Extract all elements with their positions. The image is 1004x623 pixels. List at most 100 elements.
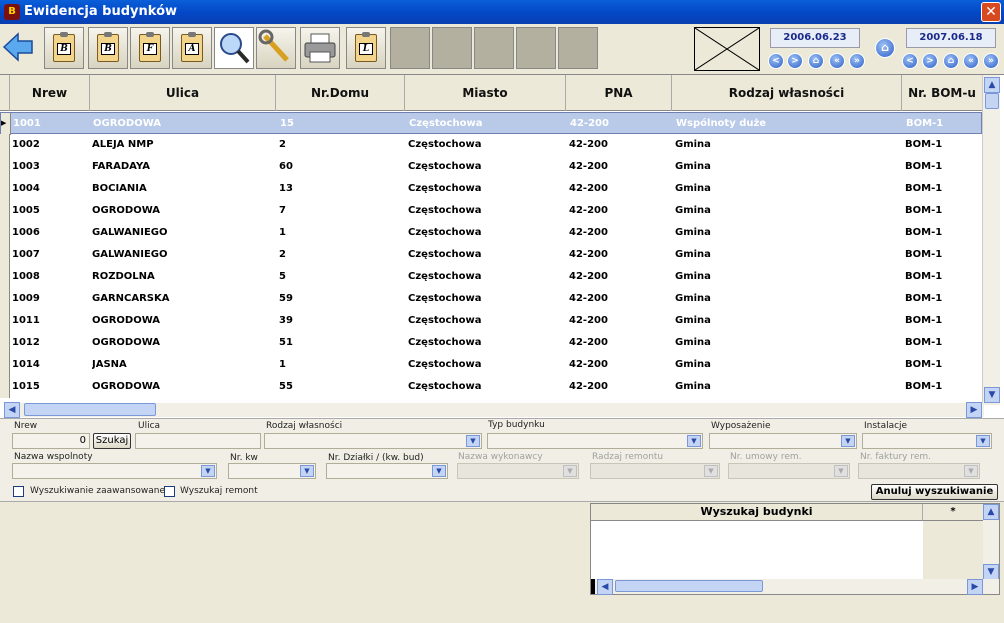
date-from-next-icon[interactable]: > [787, 53, 803, 69]
tools-button[interactable] [256, 27, 296, 69]
table-row[interactable]: 1004 BOCIANIA 13 Częstochowa 42-200 Gmina BOM-… [0, 178, 982, 200]
horizontal-scrollbar[interactable]: ◀ ▶ [4, 402, 984, 418]
cell-rodzaj: Gmina [675, 315, 711, 326]
search-icon [220, 33, 250, 64]
rodzaj-select[interactable]: ▼ [264, 433, 482, 449]
scroll-down-icon[interactable]: ▼ [984, 387, 1000, 403]
row-indicator[interactable] [0, 178, 10, 200]
date-from-prev-icon[interactable]: < [768, 53, 784, 69]
advanced-search-checkbox[interactable] [13, 486, 24, 497]
column-header-miasto[interactable]: Miasto [405, 75, 566, 111]
search-submit-button[interactable]: Szukaj [93, 433, 131, 449]
table-row[interactable]: 1015 OGRODOWA 55 Częstochowa 42-200 Gmina BOM-… [0, 376, 982, 398]
row-indicator[interactable] [0, 244, 10, 266]
date-to-last-icon[interactable]: » [983, 53, 999, 69]
row-indicator[interactable] [0, 200, 10, 222]
column-header-nrew[interactable]: Nrew [10, 75, 90, 111]
table-row[interactable]: 1012 OGRODOWA 51 Częstochowa 42-200 Gmina BOM-… [0, 332, 982, 354]
search-button[interactable] [214, 27, 254, 69]
table-row[interactable]: 1005 OGRODOWA 7 Częstochowa 42-200 Gmina BOM-1 [0, 200, 982, 222]
report-b-button[interactable]: B [44, 27, 84, 69]
date-to-next-icon[interactable]: > [922, 53, 938, 69]
cell-nr-domu: 55 [279, 381, 293, 392]
typ-select[interactable]: ▼ [487, 433, 703, 449]
date-from-first-icon[interactable]: « [829, 53, 845, 69]
chevron-down-icon: ▼ [432, 465, 446, 477]
ulica-input[interactable] [135, 433, 261, 449]
cancel-search-button[interactable]: Anuluj wyszukiwanie [871, 484, 998, 500]
date-from-last-icon[interactable]: » [849, 53, 865, 69]
column-header-nr-bom[interactable]: Nr. BOM-u [902, 75, 982, 111]
vertical-scrollbar[interactable]: ▲ ▼ [982, 75, 1000, 405]
table-row[interactable]: 1002 ALEJA NMP 2 Częstochowa 42-200 Gmina BOM-… [0, 134, 982, 156]
report-l-button[interactable]: L [346, 27, 386, 69]
report-f-button[interactable]: F [130, 27, 170, 69]
cell-nrew: 1001 [13, 118, 41, 129]
row-indicator[interactable] [0, 354, 10, 376]
table-row[interactable]: 1014 JASNA 1 Częstochowa 42-200 Gmina BOM-1 [0, 354, 982, 376]
table-row[interactable]: 1007 GALWANIEGO 2 Częstochowa 42-200 Gmina BOM… [0, 244, 982, 266]
scroll-up-icon[interactable]: ▲ [983, 504, 999, 520]
cell-miasto: Częstochowa [408, 227, 482, 238]
printer-icon [304, 33, 336, 63]
nrew-input[interactable]: 0 [12, 433, 90, 449]
scroll-right-icon[interactable]: ▶ [967, 579, 983, 595]
dzialki-label: Nr. Działki / (kw. bud) [328, 453, 424, 463]
nrkw-select[interactable]: ▼ [228, 463, 316, 479]
row-indicator[interactable] [0, 134, 10, 156]
table-row[interactable]: 1009 GARNCARSKA 59 Częstochowa 42-200 Gmina BO… [0, 288, 982, 310]
row-indicator[interactable] [0, 288, 10, 310]
date-to-prev-icon[interactable]: < [902, 53, 918, 69]
row-indicator[interactable] [0, 156, 10, 178]
scroll-left-icon[interactable]: ◀ [597, 579, 613, 595]
cell-nr-domu: 15 [280, 118, 294, 129]
table-row[interactable]: 1008 ROZDOLNA 5 Częstochowa 42-200 Gmina BOM-1 [0, 266, 982, 288]
home-icon[interactable]: ⌂ [875, 38, 895, 58]
table-row[interactable]: ▶ 1001 OGRODOWA 15 Częstochowa 42-200 Wspólnot… [0, 112, 982, 135]
row-indicator[interactable] [0, 376, 10, 398]
date-to-today-icon[interactable]: ⌂ [943, 53, 959, 69]
print-button[interactable] [300, 27, 340, 69]
column-header-rodzaj[interactable]: Rodzaj własności [672, 75, 902, 111]
scroll-right-icon[interactable]: ▶ [966, 402, 982, 418]
cell-ulica: ALEJA NMP [92, 139, 154, 150]
report-paste-b-button[interactable]: B [88, 27, 128, 69]
close-button[interactable]: ✕ [981, 2, 1001, 22]
cell-rodzaj: Gmina [675, 359, 711, 370]
results-horizontal-scrollbar[interactable]: ◀ ▶ [591, 579, 999, 595]
row-indicator[interactable] [0, 266, 10, 288]
back-button[interactable] [2, 31, 34, 63]
instalacje-select[interactable]: ▼ [862, 433, 992, 449]
wspolnoty-select[interactable]: ▼ [12, 463, 217, 479]
date-to-first-icon[interactable]: « [963, 53, 979, 69]
cell-nrew: 1002 [12, 139, 40, 150]
date-to[interactable]: 2007.06.18 [906, 28, 996, 48]
results-header: Wyszukaj budynki [591, 504, 923, 521]
results-vertical-scrollbar[interactable]: ▲ ▼ [983, 504, 999, 580]
cell-nr-bom: BOM-1 [905, 205, 943, 216]
date-from[interactable]: 2006.06.23 [770, 28, 860, 48]
results-scroll-thumb[interactable] [615, 580, 763, 592]
wyposazenie-label: Wyposażenie [711, 421, 771, 431]
row-indicator[interactable] [0, 222, 10, 244]
wykonawcy-label: Nazwa wykonawcy [458, 452, 543, 462]
report-a-button[interactable]: A [172, 27, 212, 69]
wyposazenie-select[interactable]: ▼ [709, 433, 857, 449]
column-header-ulica[interactable]: Ulica [90, 75, 276, 111]
table-row[interactable]: 1011 OGRODOWA 39 Częstochowa 42-200 Gmina BOM-… [0, 310, 982, 332]
table-row[interactable]: 1003 FARADAYA 60 Częstochowa 42-200 Gmina BOM-… [0, 156, 982, 178]
row-indicator[interactable]: ▶ [1, 113, 11, 135]
column-header-nr-domu[interactable]: Nr.Domu [276, 75, 405, 111]
remont-search-checkbox[interactable] [164, 486, 175, 497]
vertical-scroll-thumb[interactable] [985, 93, 999, 109]
row-indicator[interactable] [0, 310, 10, 332]
row-indicator[interactable] [0, 332, 10, 354]
scroll-left-icon[interactable]: ◀ [4, 402, 20, 418]
dzialki-select[interactable]: ▼ [326, 463, 448, 479]
table-row[interactable]: 1006 GALWANIEGO 1 Częstochowa 42-200 Gmina BOM… [0, 222, 982, 244]
date-from-today-icon[interactable]: ⌂ [808, 53, 824, 69]
scroll-up-icon[interactable]: ▲ [984, 77, 1000, 93]
scroll-down-icon[interactable]: ▼ [983, 564, 999, 580]
column-header-pna[interactable]: PNA [566, 75, 672, 111]
horizontal-scroll-thumb[interactable] [24, 403, 156, 416]
